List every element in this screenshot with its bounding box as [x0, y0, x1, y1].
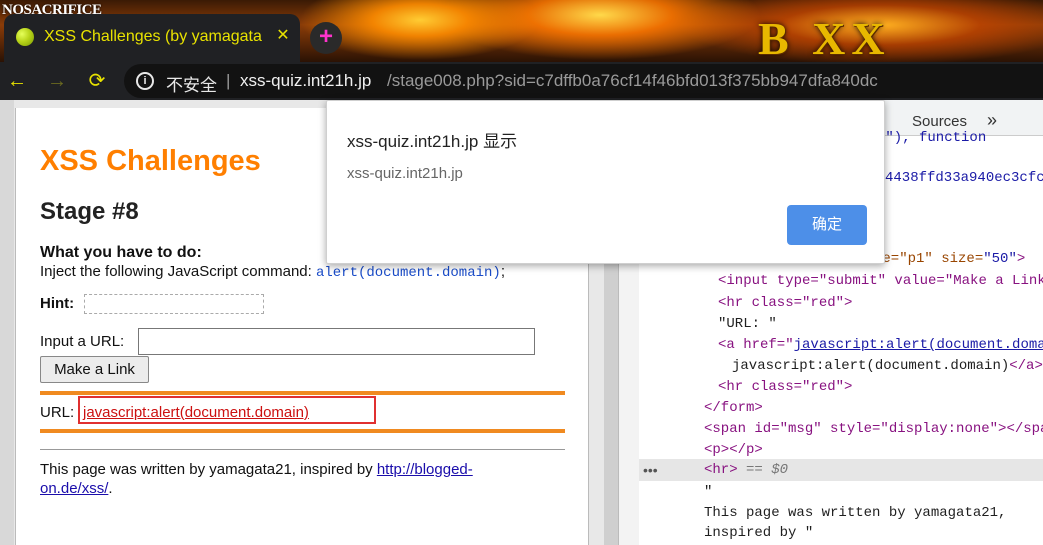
- dom-line[interactable]: </form>: [704, 400, 763, 416]
- dom-text: <hr>: [704, 462, 738, 478]
- dom-text: n"), function: [877, 130, 987, 146]
- dom-line[interactable]: <hr> == $0: [704, 462, 788, 478]
- dom-line[interactable]: ": [704, 484, 712, 500]
- result-label: URL:: [40, 404, 75, 421]
- stage-heading: Stage #8: [40, 198, 139, 225]
- dom-text: <span id="msg" style="display:none">: [704, 421, 1007, 437]
- dom-text: <hr class="red">: [718, 295, 853, 311]
- divider-top: [40, 391, 565, 395]
- new-tab-button[interactable]: +: [310, 22, 342, 54]
- dom-text: javascript:alert(document.domain): [732, 358, 1010, 374]
- task-heading: What you have to do:: [40, 244, 202, 261]
- dom-text: 4438ffd33a940ec3cfce: [885, 170, 1043, 186]
- url-input[interactable]: [138, 328, 535, 355]
- highlight-annotation-box: [78, 396, 376, 424]
- dom-text: inspired by ": [704, 525, 814, 541]
- dom-href[interactable]: javascript:alert(document.domain: [794, 337, 1043, 353]
- dom-text: ": [704, 484, 713, 500]
- address-bar[interactable]: i 不安全 | xss-quiz.int21h.jp /stage008.php…: [124, 64, 1043, 98]
- dom-text: >: [1016, 251, 1026, 267]
- dom-line[interactable]: inspired by ": [704, 525, 813, 541]
- task-suffix: ;: [500, 263, 505, 280]
- dom-line[interactable]: javascript:alert(document.domain)</a>: [732, 358, 1043, 374]
- footer-divider: [40, 449, 565, 450]
- left-gutter: [0, 100, 14, 545]
- url-path: /stage008.php?sid=c7dffb0a76cf14f46bfd01…: [387, 71, 878, 90]
- make-link-button[interactable]: Make a Link: [40, 356, 149, 383]
- row-menu-icon[interactable]: •••: [643, 462, 658, 478]
- dom-text: "URL: ": [718, 316, 777, 332]
- dom-text: </a>: [1009, 358, 1043, 374]
- divider-bottom: [40, 429, 565, 433]
- address-separator: |: [226, 71, 231, 90]
- alert-title: xss-quiz.int21h.jp 显示: [347, 132, 518, 151]
- dom-text: This page was written by yamagata21,: [704, 505, 1007, 521]
- dom-line[interactable]: <span id="msg" style="display:none"></sp…: [704, 421, 1043, 437]
- footer-end: .: [108, 480, 113, 497]
- dom-line: me="p1" size="50">: [874, 251, 1025, 267]
- back-arrow-icon[interactable]: ←: [2, 66, 32, 96]
- more-tabs-icon[interactable]: »: [987, 110, 997, 131]
- dom-text: </form>: [704, 400, 763, 416]
- dom-line[interactable]: This page was written by yamagata21,: [704, 505, 1006, 521]
- hint-label: Hint:: [40, 295, 75, 312]
- dom-line[interactable]: <hr class="red">: [718, 379, 852, 395]
- dom-line[interactable]: <hr class="red">: [718, 295, 852, 311]
- task-text: Inject the following JavaScript command:: [40, 263, 316, 280]
- browser-toolbar: ← → ⟳ i 不安全 | xss-quiz.int21h.jp /stage0…: [0, 62, 1043, 100]
- task-instructions: Inject the following JavaScript command:…: [40, 263, 505, 281]
- task-code: alert(document.domain): [315, 265, 501, 281]
- page-title: XSS Challenges: [40, 145, 261, 177]
- site-info-icon[interactable]: i: [136, 72, 154, 90]
- tab-title: XSS Challenges (by yamagata: [44, 28, 262, 45]
- dom-text: == $0: [737, 462, 789, 478]
- tab-sources[interactable]: Sources: [912, 113, 967, 130]
- dom-line[interactable]: "URL: ": [718, 316, 777, 332]
- selected-dom-row[interactable]: [639, 459, 1043, 481]
- insecure-label: 不安全: [166, 76, 217, 95]
- url-host: xss-quiz.int21h.jp: [240, 71, 372, 90]
- ok-button[interactable]: 确定: [787, 205, 867, 245]
- dom-text: <input type="submit" value="Make a Link"…: [718, 273, 1043, 289]
- dom-text: <hr class="red">: [718, 379, 853, 395]
- dom-text: <a href=": [718, 337, 794, 353]
- footer-text-body: This page was written by yamagata21, ins…: [40, 461, 377, 478]
- theme-decoration-text: B XX: [758, 13, 891, 62]
- dom-line: 4438ffd33a940ec3cfce: [885, 170, 1043, 186]
- globe-favicon-icon: [16, 28, 34, 46]
- dom-line[interactable]: <input type="submit" value="Make a Link"…: [718, 273, 1043, 289]
- dom-text: <p></p>: [704, 442, 763, 458]
- forward-arrow-icon[interactable]: →: [42, 66, 72, 96]
- close-tab-icon[interactable]: ✕: [272, 25, 294, 47]
- dom-text: "50": [983, 251, 1017, 267]
- reload-icon[interactable]: ⟳: [82, 66, 112, 96]
- url-input-label: Input a URL:: [40, 333, 125, 350]
- dom-line: n"), function: [877, 130, 986, 146]
- active-tab[interactable]: XSS Challenges (by yamagata ✕: [4, 14, 300, 62]
- alert-message: xss-quiz.int21h.jp: [347, 165, 463, 182]
- dom-text: size=: [941, 251, 984, 267]
- footer-text: This page was written by yamagata21, ins…: [40, 460, 540, 498]
- dom-text: </span>: [1006, 421, 1043, 437]
- alert-dialog: xss-quiz.int21h.jp 显示 xss-quiz.int21h.jp…: [326, 100, 885, 264]
- hint-box: [84, 294, 264, 314]
- dom-line[interactable]: <a href="javascript:alert(document.domai…: [718, 337, 1043, 353]
- tab-strip: NOSACRIFICE B XX XSS Challenges (by yama…: [0, 0, 1043, 62]
- dom-line[interactable]: <p></p>: [704, 442, 763, 458]
